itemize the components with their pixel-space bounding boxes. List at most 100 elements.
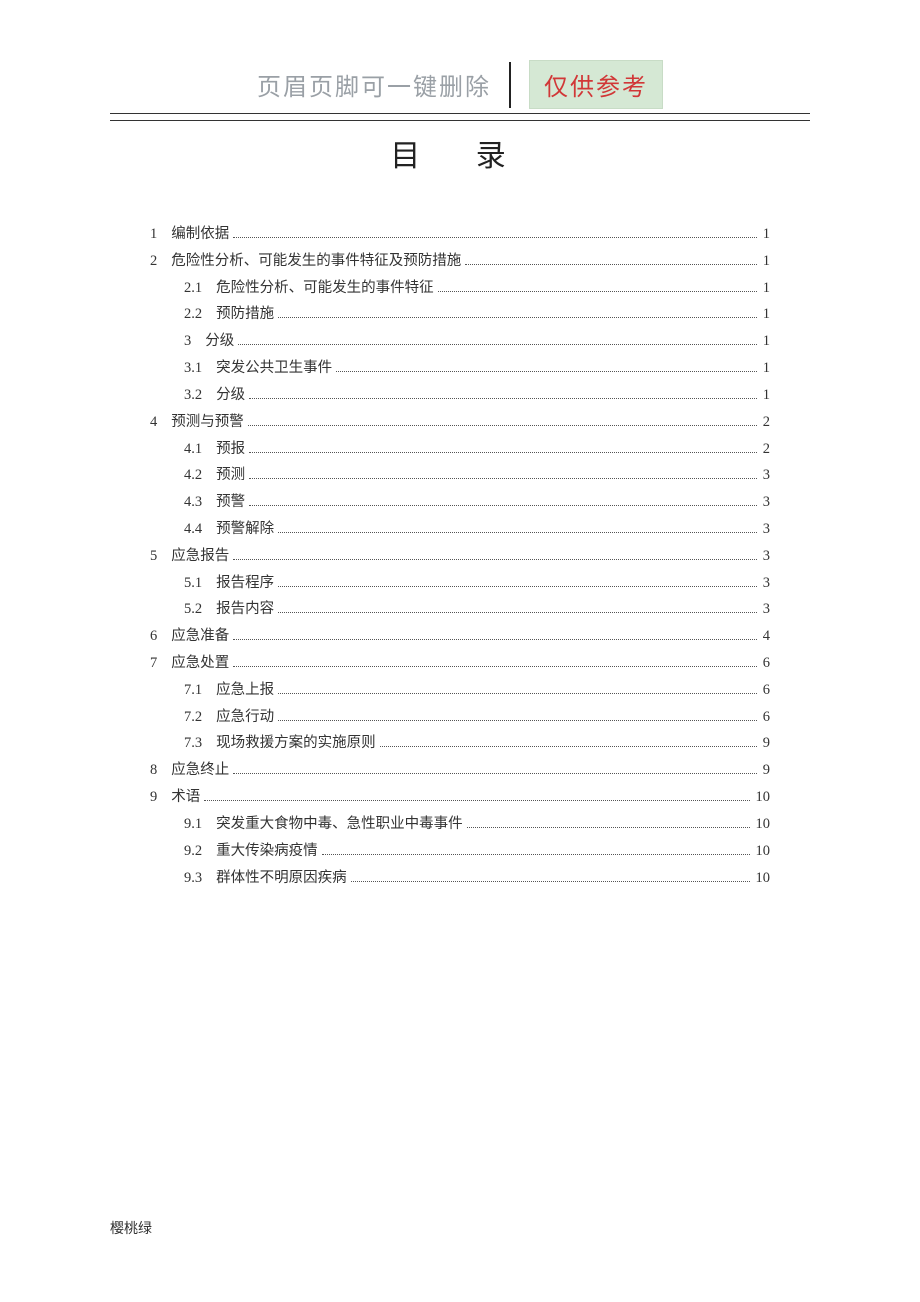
toc-entry-number: 9.2 bbox=[184, 838, 202, 865]
toc-leader-dots bbox=[278, 708, 757, 721]
toc-leader-dots bbox=[322, 842, 750, 855]
toc-entry-page: 3 bbox=[763, 570, 770, 597]
toc-entry[interactable]: 5应急报告3 bbox=[150, 543, 770, 570]
toc-entry[interactable]: 7 应急处置 6 bbox=[150, 650, 770, 677]
toc-entry[interactable]: 7.2 应急行动 6 bbox=[150, 704, 770, 731]
toc-entry[interactable]: 9.1 突发重大食物中毒、急性职业中毒事件 10 bbox=[150, 811, 770, 838]
toc-entry[interactable]: 9术语10 bbox=[150, 784, 770, 811]
toc-entry-page: 1 bbox=[763, 328, 770, 355]
toc-entry-label: 分级 bbox=[216, 382, 245, 409]
toc-entry-number: 4.1 bbox=[184, 436, 202, 463]
toc-entry-page: 9 bbox=[763, 730, 770, 757]
toc-entry[interactable]: 3.2分级1 bbox=[150, 382, 770, 409]
toc-entry-number: 4 bbox=[150, 409, 157, 436]
toc-leader-dots bbox=[233, 225, 757, 238]
toc-entry[interactable]: 2 危险性分析、可能发生的事件特征及预防措施 1 bbox=[150, 248, 770, 275]
toc-entry[interactable]: 4预测与预警2 bbox=[150, 409, 770, 436]
toc-entry-page: 10 bbox=[756, 865, 771, 892]
toc-entry[interactable]: 1编制依据1 bbox=[150, 221, 770, 248]
toc-entry-label: 危险性分析、可能发生的事件特征 bbox=[216, 275, 434, 302]
toc-entry[interactable]: 7.3现场救援方案的实施原则9 bbox=[150, 730, 770, 757]
toc-leader-dots bbox=[233, 627, 757, 640]
toc-leader-dots bbox=[278, 305, 757, 318]
toc-entry-number: 2.2 bbox=[184, 301, 202, 328]
toc-entry-label: 报告内容 bbox=[216, 596, 274, 623]
header-divider bbox=[509, 62, 511, 108]
toc-entry-label: 预防措施 bbox=[216, 301, 274, 328]
toc-entry[interactable]: 7.1应急上报6 bbox=[150, 677, 770, 704]
toc-entry-page: 3 bbox=[763, 596, 770, 623]
toc-entry-page: 1 bbox=[763, 248, 770, 275]
toc-leader-dots bbox=[238, 332, 757, 345]
reference-badge: 仅供参考 bbox=[529, 60, 663, 109]
toc-entry-page: 1 bbox=[763, 382, 770, 409]
toc-entry-label: 分级 bbox=[205, 328, 234, 355]
toc-entry-page: 6 bbox=[763, 704, 770, 731]
toc-entry[interactable]: 4.2预测3 bbox=[150, 462, 770, 489]
toc-entry-label: 应急上报 bbox=[216, 677, 274, 704]
toc-entry-page: 9 bbox=[763, 757, 770, 784]
toc-entry-page: 4 bbox=[763, 623, 770, 650]
toc-entry-number: 9.3 bbox=[184, 865, 202, 892]
toc-entry-label: 突发重大食物中毒、急性职业中毒事件 bbox=[216, 811, 463, 838]
toc-entry-page: 3 bbox=[763, 516, 770, 543]
toc-entry[interactable]: 5.1报告程序3 bbox=[150, 570, 770, 597]
toc-entry-number: 7 bbox=[150, 650, 157, 677]
toc-leader-dots bbox=[249, 439, 757, 452]
toc-entry-number: 7.2 bbox=[184, 704, 202, 731]
toc-entry-number: 4.3 bbox=[184, 489, 202, 516]
toc-entry[interactable]: 3 分级 1 bbox=[150, 328, 770, 355]
toc-leader-dots bbox=[278, 520, 757, 533]
toc-entry-label: 报告程序 bbox=[216, 570, 274, 597]
toc-entry[interactable]: 9.3群体性不明原因疾病10 bbox=[150, 865, 770, 892]
toc-leader-dots bbox=[248, 413, 757, 426]
toc-entry-label: 预测与预警 bbox=[171, 409, 244, 436]
toc-entry-number: 3.1 bbox=[184, 355, 202, 382]
toc-entry-page: 10 bbox=[756, 784, 771, 811]
toc-entry-label: 应急处置 bbox=[171, 650, 229, 677]
toc-leader-dots bbox=[278, 600, 757, 613]
toc-entry-label: 编制依据 bbox=[171, 221, 229, 248]
toc-entry[interactable]: 2.1 危险性分析、可能发生的事件特征 1 bbox=[150, 275, 770, 302]
toc-entry[interactable]: 3.1突发公共卫生事件1 bbox=[150, 355, 770, 382]
toc-entry[interactable]: 4.3预警3 bbox=[150, 489, 770, 516]
toc-entry-number: 9.1 bbox=[184, 811, 202, 838]
toc-entry[interactable]: 6应急准备4 bbox=[150, 623, 770, 650]
toc-entry[interactable]: 8应急终止9 bbox=[150, 757, 770, 784]
footer-text: 樱桃绿 bbox=[110, 1218, 152, 1238]
table-of-contents: 1编制依据12危险性分析、可能发生的事件特征及预防措施12.1危险性分析、可能发… bbox=[110, 221, 810, 891]
toc-entry[interactable]: 4.1 预报 2 bbox=[150, 436, 770, 463]
toc-entry[interactable]: 2.2预防措施1 bbox=[150, 301, 770, 328]
toc-leader-dots bbox=[204, 788, 749, 801]
toc-entry[interactable]: 9.2重大传染病疫情10 bbox=[150, 838, 770, 865]
toc-entry-label: 现场救援方案的实施原则 bbox=[216, 730, 376, 757]
toc-entry-label: 危险性分析、可能发生的事件特征及预防措施 bbox=[171, 248, 461, 275]
toc-entry-number: 4.2 bbox=[184, 462, 202, 489]
toc-entry-page: 1 bbox=[763, 275, 770, 302]
toc-entry-page: 3 bbox=[763, 543, 770, 570]
toc-entry[interactable]: 5.2 报告内容 3 bbox=[150, 596, 770, 623]
toc-entry[interactable]: 4.4预警解除3 bbox=[150, 516, 770, 543]
toc-entry-number: 8 bbox=[150, 757, 157, 784]
toc-entry-number: 3 bbox=[184, 328, 191, 355]
toc-entry-label: 应急准备 bbox=[171, 623, 229, 650]
toc-leader-dots bbox=[465, 252, 757, 265]
toc-entry-label: 预警解除 bbox=[216, 516, 274, 543]
page-header: 页眉页脚可一键删除 仅供参考 bbox=[110, 60, 810, 109]
toc-entry-label: 预报 bbox=[216, 436, 245, 463]
toc-entry-number: 2 bbox=[150, 248, 157, 275]
toc-entry-label: 术语 bbox=[171, 784, 200, 811]
toc-entry-label: 应急行动 bbox=[216, 704, 274, 731]
toc-entry-page: 10 bbox=[756, 811, 771, 838]
toc-entry-page: 2 bbox=[763, 436, 770, 463]
toc-leader-dots bbox=[233, 654, 757, 667]
toc-entry-number: 2.1 bbox=[184, 275, 202, 302]
header-rule bbox=[110, 113, 810, 121]
toc-leader-dots bbox=[249, 493, 757, 506]
toc-entry-number: 5.2 bbox=[184, 596, 202, 623]
toc-leader-dots bbox=[336, 359, 757, 372]
toc-leader-dots bbox=[278, 681, 757, 694]
toc-leader-dots bbox=[380, 734, 757, 747]
toc-entry-page: 10 bbox=[756, 838, 771, 865]
toc-entry-page: 6 bbox=[763, 650, 770, 677]
